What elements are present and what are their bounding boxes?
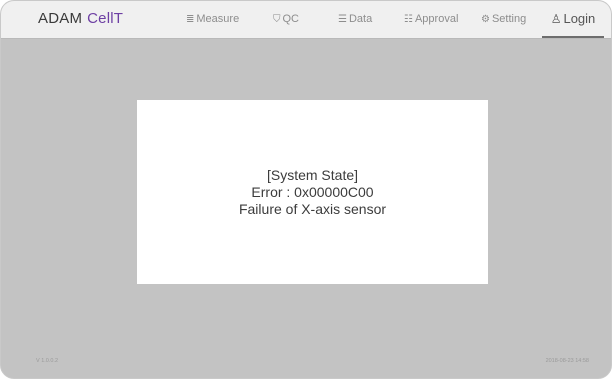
nav-setting[interactable]: ⚙ Setting: [481, 13, 526, 25]
app-window: ADAM CellT ≣ Measure ⛉ QC ☰ Data ☷ Appro…: [0, 0, 612, 379]
top-navbar: ADAM CellT ≣ Measure ⛉ QC ☰ Data ☷ Appro…: [1, 1, 611, 39]
brand-name: ADAM: [38, 10, 83, 27]
nav-data-label: Data: [348, 13, 373, 25]
shield-icon: ⛉: [273, 13, 281, 25]
gear-icon: ⚙: [481, 13, 490, 25]
nav-approval-label: Approval: [414, 13, 459, 25]
version-label: V 1.0.0.2: [36, 358, 59, 364]
dialog-title: [System State]: [266, 166, 359, 183]
nav-measure[interactable]: ≣ Measure: [186, 13, 239, 25]
nav-qc[interactable]: ⛉ QC: [273, 13, 299, 25]
brand-highlight: CellT: [87, 10, 124, 27]
user-icon: ♙: [550, 11, 562, 26]
error-message: Failure of X-axis sensor: [238, 200, 387, 217]
nav-login[interactable]: ♙ Login: [542, 1, 604, 38]
app-logo: ADAM CellT: [38, 10, 123, 27]
nav-setting-label: Setting: [491, 13, 527, 25]
nav-login-label: Login: [563, 11, 596, 26]
timestamp-label: 2018-08-23 14:58: [545, 358, 589, 364]
system-state-dialog: [System State] Error : 0x00000C00 Failur…: [137, 100, 488, 284]
nav-measure-label: Measure: [196, 13, 240, 25]
nav-qc-label: QC: [282, 13, 300, 25]
nav-data[interactable]: ☰ Data: [338, 13, 372, 25]
nav-approval[interactable]: ☷ Approval: [404, 13, 458, 25]
menu-lines-icon: ≣: [186, 13, 195, 25]
approval-icon: ☷: [404, 13, 413, 25]
error-code: Error : 0x00000C00: [251, 183, 374, 200]
list-icon: ☰: [338, 13, 347, 25]
